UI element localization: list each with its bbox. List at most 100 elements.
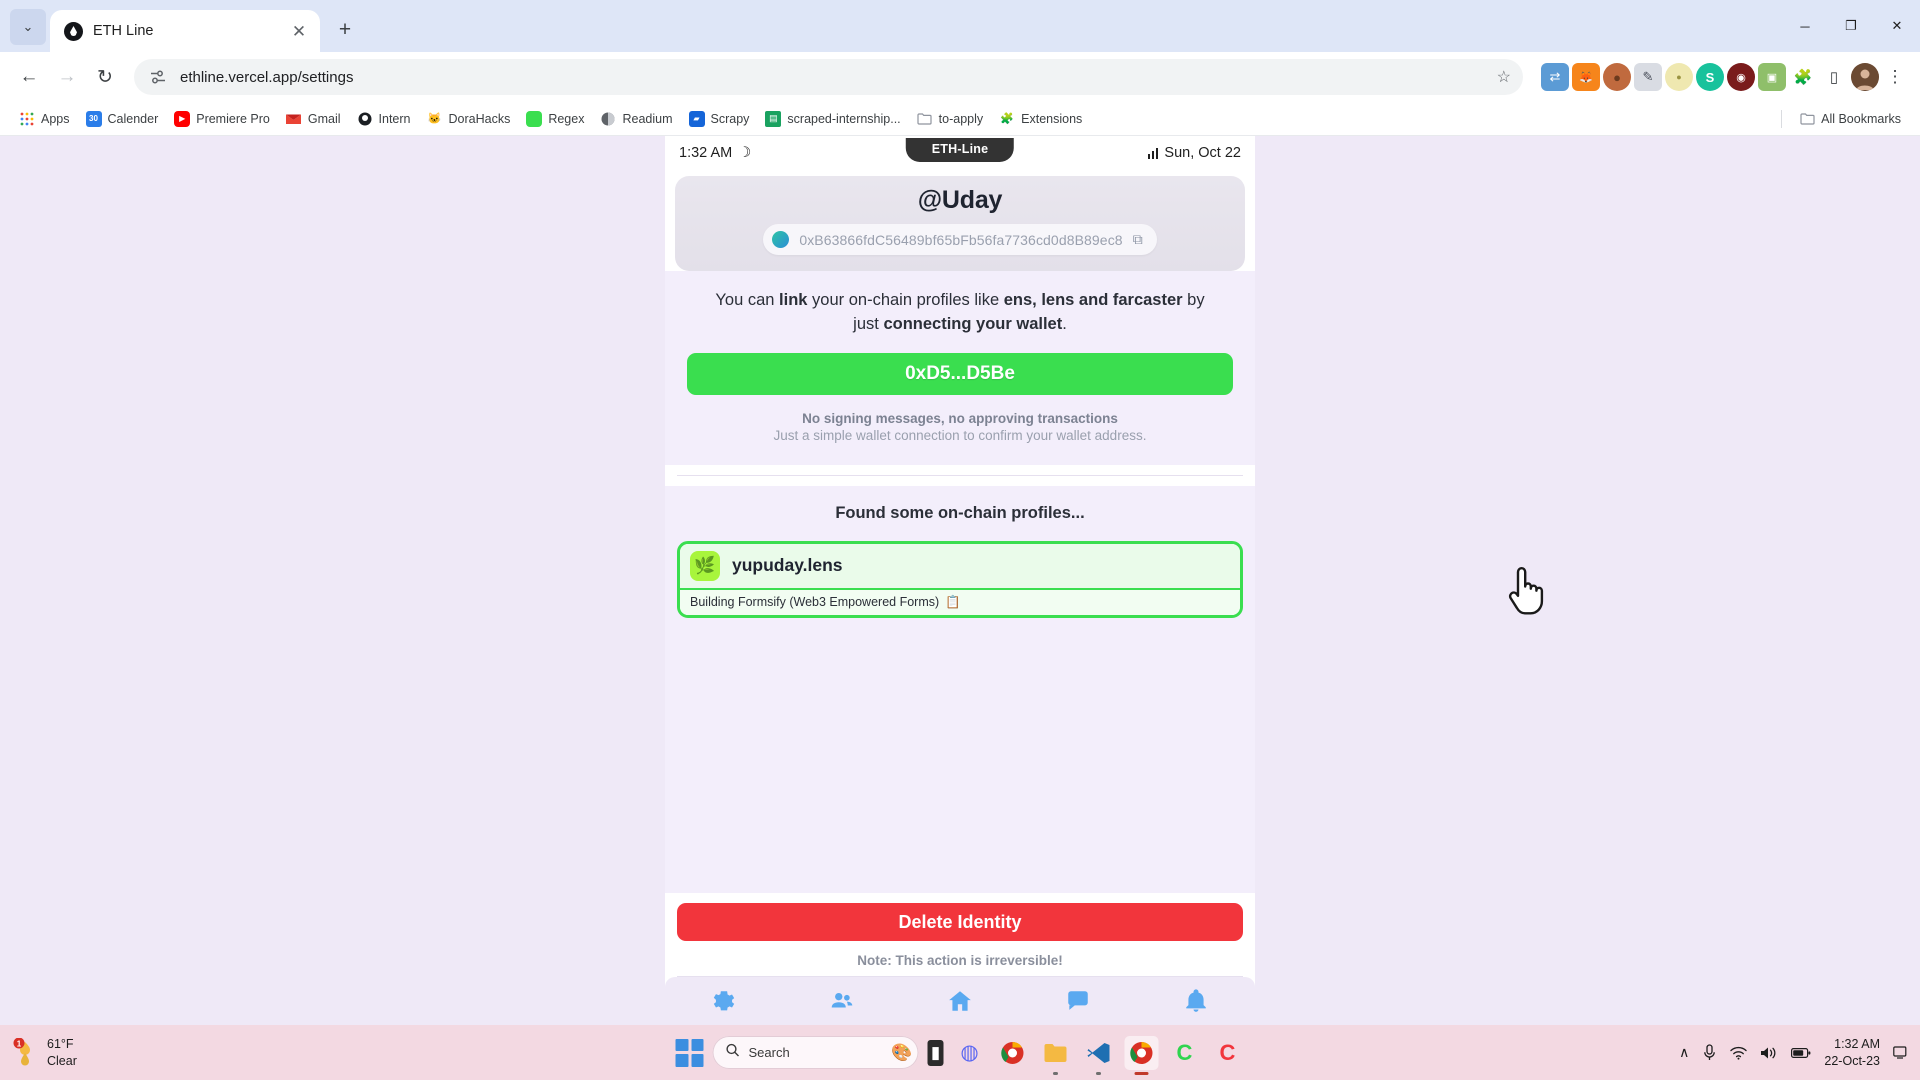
wallet-address-pill[interactable]: 0xB63866fdC56489bf65bFb56fa7736cd0d8B89e… bbox=[763, 224, 1157, 255]
forward-button[interactable]: → bbox=[50, 60, 84, 94]
s-extension-icon[interactable]: S bbox=[1696, 63, 1724, 91]
bookmark-dorahacks[interactable]: 🐱 DoraHacks bbox=[420, 107, 518, 131]
maximize-button[interactable]: ❐ bbox=[1828, 6, 1874, 46]
bookmark-label: scraped-internship... bbox=[787, 111, 901, 126]
bookmarks-bar: Apps 30 Calender ▶ Premiere Pro Gmail In… bbox=[0, 102, 1920, 136]
browser-menu-button[interactable]: ⋮ bbox=[1882, 63, 1908, 91]
puzzle-extensions-icon[interactable]: 🧩 bbox=[1789, 63, 1817, 91]
close-window-button[interactable]: ✕ bbox=[1874, 6, 1920, 46]
wifi-icon[interactable] bbox=[1730, 1046, 1748, 1060]
tab-chat[interactable] bbox=[1065, 988, 1091, 1014]
connect-wallet-button[interactable]: 0xD5...D5Be bbox=[687, 352, 1233, 395]
bookmark-regex[interactable]: Regex bbox=[519, 107, 591, 131]
microphone-icon[interactable] bbox=[1702, 1044, 1717, 1061]
weather-clear-icon: 1 bbox=[12, 1037, 38, 1068]
chrome-secondary-icon[interactable] bbox=[996, 1036, 1030, 1070]
bookmark-label: Regex bbox=[548, 111, 585, 126]
notifications-tray-icon[interactable] bbox=[1893, 1045, 1908, 1060]
sheets-icon: ▤ bbox=[765, 110, 782, 127]
dot-extension-icon[interactable]: ● bbox=[1665, 63, 1693, 91]
metamask-extension-icon[interactable]: 🦊 bbox=[1572, 63, 1600, 91]
reload-button[interactable]: ↻ bbox=[88, 60, 122, 94]
battery-icon[interactable] bbox=[1791, 1047, 1811, 1059]
profile-header-card: @Uday 0xB63866fdC56489bf65bFb56fa7736cd0… bbox=[675, 176, 1245, 271]
bookmark-apps[interactable]: Apps bbox=[12, 107, 77, 131]
bookmark-premiere-pro[interactable]: ▶ Premiere Pro bbox=[167, 107, 277, 131]
volume-icon[interactable] bbox=[1760, 1046, 1778, 1060]
scrapy-icon: ▰ bbox=[688, 110, 705, 127]
bookmark-intern[interactable]: Intern bbox=[350, 107, 418, 131]
profile-card-lens[interactable]: 🌿 yupuday.lens Building Formsify (Web3 E… bbox=[677, 540, 1243, 618]
terminal-green-icon[interactable]: C bbox=[1168, 1036, 1202, 1070]
close-icon: ✕ bbox=[1891, 18, 1903, 33]
avatar[interactable] bbox=[1851, 63, 1879, 91]
tab-eth-line[interactable]: ETH Line ✕ bbox=[50, 10, 320, 52]
canva-red-icon[interactable]: C bbox=[1211, 1036, 1245, 1070]
bookmark-label: Gmail bbox=[307, 111, 341, 126]
bookmark-label: DoraHacks bbox=[448, 111, 511, 126]
bookmark-to-apply[interactable]: to-apply bbox=[910, 107, 990, 131]
bookmark-label: Extensions bbox=[1021, 111, 1083, 126]
extensions-strip: ⇄ 🦊 ● ✎ ● S ◉ ▣ 🧩 ▯ ⋮ bbox=[1535, 63, 1908, 91]
svg-text:1: 1 bbox=[17, 1039, 22, 1048]
discord-icon[interactable]: ◍ bbox=[953, 1036, 987, 1070]
page-viewport: 1:32 AM ☽ ETH-Line Sun, Oct 22 @Uday 0xB… bbox=[0, 136, 1920, 1025]
tab-people[interactable] bbox=[829, 988, 855, 1014]
tab-search-button[interactable]: ⌄ bbox=[10, 9, 46, 45]
google-calendar-icon: 30 bbox=[85, 110, 102, 127]
bookmark-scraped-internship[interactable]: ▤ scraped-internship... bbox=[758, 107, 907, 131]
address-bar[interactable]: ethline.vercel.app/settings ☆ bbox=[134, 59, 1523, 95]
running-indicator bbox=[1096, 1071, 1101, 1075]
tab-settings[interactable] bbox=[711, 988, 737, 1014]
tab-home[interactable] bbox=[947, 988, 973, 1014]
url-text: ethline.vercel.app/settings bbox=[180, 68, 354, 86]
tab-notifications[interactable] bbox=[1183, 988, 1209, 1014]
tray-chevron-up-icon[interactable]: ∧ bbox=[1679, 1044, 1689, 1061]
chrome-active-icon[interactable] bbox=[1124, 1035, 1159, 1075]
clipboard-icon[interactable]: 📋 bbox=[945, 595, 961, 610]
taskbar-system-tray: ∧ 1:32 AM 22-Oct-23 bbox=[1679, 1036, 1908, 1070]
ublock-extension-icon[interactable]: ◉ bbox=[1727, 63, 1755, 91]
bookmark-gmail[interactable]: Gmail bbox=[279, 107, 348, 131]
folder-icon[interactable] bbox=[1039, 1036, 1073, 1075]
taskbar-search-placeholder: Search bbox=[748, 1045, 790, 1060]
search-illustration-icon: 🎨 bbox=[891, 1042, 913, 1062]
bookmark-readium[interactable]: Readium bbox=[593, 107, 679, 131]
tune-settings-icon[interactable] bbox=[148, 67, 168, 87]
tab-title: ETH Line bbox=[93, 23, 154, 39]
bookmark-star-icon[interactable]: ☆ bbox=[1497, 67, 1511, 87]
weather-widget[interactable]: 1 61°F Clear bbox=[12, 1036, 77, 1070]
minimize-button[interactable]: ─ bbox=[1782, 6, 1828, 46]
no-signing-note: No signing messages, no approving transa… bbox=[802, 410, 1118, 426]
bookmark-extensions[interactable]: 🧩 Extensions bbox=[992, 107, 1089, 131]
bookmark-scrapy[interactable]: ▰ Scrapy bbox=[682, 107, 757, 131]
sync-extension-icon[interactable]: ⇄ bbox=[1541, 63, 1569, 91]
link-description: You can link your on-chain profiles like… bbox=[687, 289, 1233, 337]
window-controls: ─ ❐ ✕ bbox=[1782, 0, 1920, 52]
taskbar-search-box[interactable]: Search 🎨 bbox=[712, 1036, 919, 1069]
new-tab-button[interactable]: + bbox=[328, 13, 362, 47]
copy-icon[interactable]: ⧉ bbox=[1133, 231, 1143, 248]
taskbar-clock[interactable]: 1:32 AM 22-Oct-23 bbox=[1824, 1036, 1880, 1070]
bookmark-all-bookmarks[interactable]: All Bookmarks bbox=[1792, 107, 1908, 131]
vscode-icon[interactable] bbox=[1082, 1036, 1116, 1075]
running-indicator bbox=[1053, 1071, 1058, 1075]
file-explorer-dark-icon[interactable]: ▮ bbox=[927, 1039, 944, 1066]
kebab-icon: ⋮ bbox=[1886, 67, 1904, 86]
close-icon[interactable]: ✕ bbox=[288, 23, 310, 40]
delete-identity-button[interactable]: Delete Identity bbox=[677, 903, 1243, 941]
notes-extension-icon[interactable]: ✎ bbox=[1634, 63, 1662, 91]
bookmark-calender[interactable]: 30 Calender bbox=[79, 107, 166, 131]
back-button[interactable]: ← bbox=[12, 60, 46, 94]
bookmark-label: All Bookmarks bbox=[1821, 111, 1901, 126]
cookie-extension-icon[interactable]: ● bbox=[1603, 63, 1631, 91]
side-panel-icon[interactable]: ▯ bbox=[1820, 63, 1848, 91]
screenshot-extension-icon[interactable]: ▣ bbox=[1758, 63, 1786, 91]
profile-main-row[interactable]: 🌿 yupuday.lens bbox=[680, 543, 1240, 588]
weather-condition: Clear bbox=[47, 1053, 77, 1068]
start-icon-q2 bbox=[691, 1038, 704, 1051]
taskbar-date: 22-Oct-23 bbox=[1824, 1053, 1880, 1068]
start-button[interactable] bbox=[675, 1038, 704, 1067]
desc-part-1: You can bbox=[715, 291, 780, 309]
wallet-connection-note: Just a simple wallet connection to confi… bbox=[773, 427, 1147, 443]
